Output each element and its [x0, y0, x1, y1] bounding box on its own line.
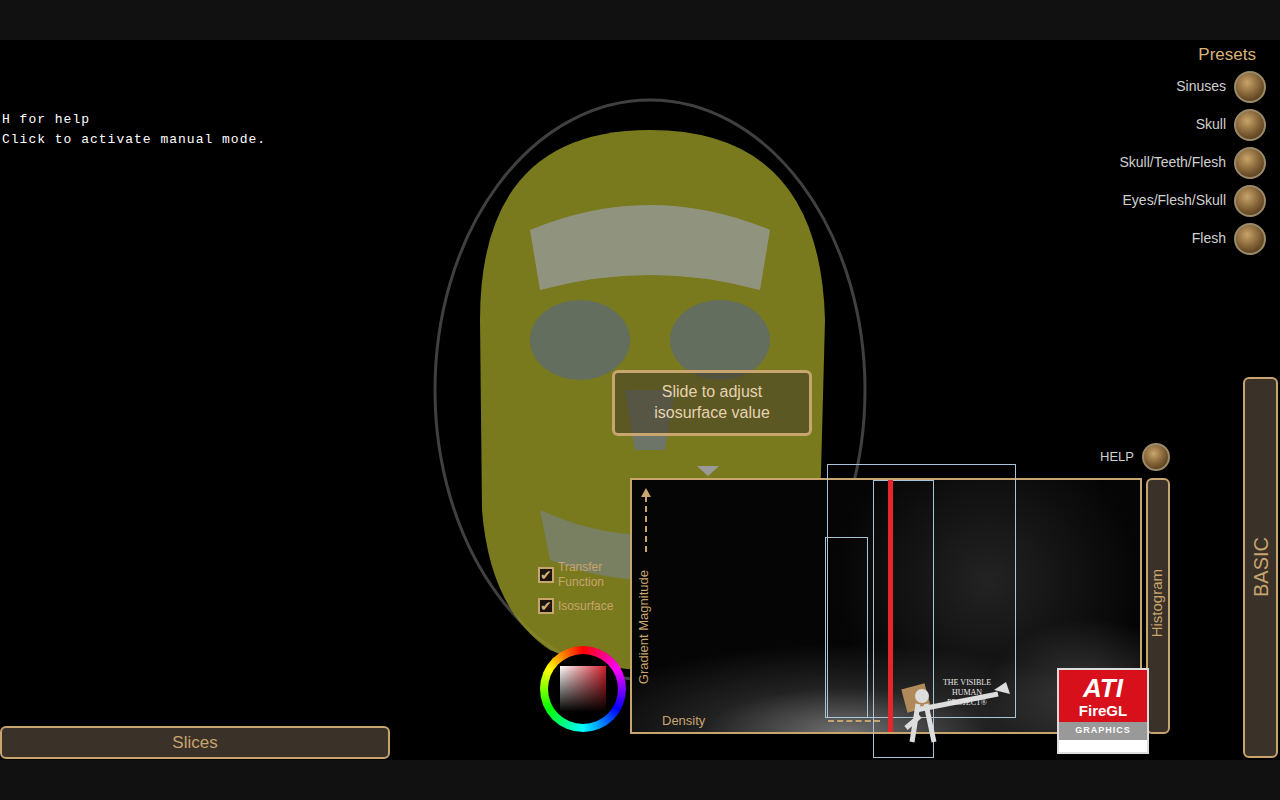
- preset-label[interactable]: Eyes/Flesh/Skull: [1123, 190, 1226, 211]
- histogram-tab-label[interactable]: Histogram: [1146, 569, 1169, 637]
- help-ball-icon[interactable]: [1142, 443, 1170, 471]
- preset-button[interactable]: [1234, 71, 1266, 103]
- ati-text: ATI: [1059, 674, 1147, 702]
- mode-tab[interactable]: BASIC: [1243, 377, 1278, 758]
- ati-logo: ATIFireGLGRAPHICS: [1057, 668, 1149, 754]
- help-label[interactable]: HELP: [1100, 447, 1134, 467]
- y-arrow-icon: [645, 496, 647, 552]
- histogram-tab[interactable]: Histogram: [1146, 478, 1170, 734]
- visible-human-logo: THE VISIBLE HUMAN PROJECT®: [898, 672, 1018, 744]
- preset-label[interactable]: Skull: [1196, 114, 1226, 135]
- help-line: H for help: [2, 110, 266, 130]
- preset-label[interactable]: Flesh: [1192, 228, 1226, 249]
- toggle-row[interactable]: ✔ Isosurface: [538, 598, 618, 614]
- preset-button[interactable]: [1234, 147, 1266, 179]
- visible-human-text: THE VISIBLE HUMAN PROJECT®: [936, 678, 998, 708]
- firegl-text: FireGL: [1059, 702, 1147, 719]
- toggle-list: ✔Transfer Function✔Isosurface: [538, 560, 618, 614]
- color-wheel[interactable]: [540, 646, 626, 732]
- toggle-checkbox[interactable]: ✔: [538, 598, 554, 614]
- preset-button[interactable]: [1234, 109, 1266, 141]
- preset-label[interactable]: Skull/Teeth/Flesh: [1119, 152, 1226, 173]
- graphics-text: GRAPHICS: [1059, 722, 1147, 740]
- toggle-checkbox[interactable]: ✔: [538, 567, 554, 583]
- preset-label[interactable]: Sinuses: [1176, 76, 1226, 97]
- help-button[interactable]: HELP: [1100, 443, 1170, 471]
- color-wheel-inner: [548, 654, 618, 724]
- preset-item[interactable]: Sinuses: [1176, 68, 1266, 106]
- top-bar: [0, 0, 1280, 40]
- render-viewport[interactable]: H for helpClick to activate manual mode.…: [0, 40, 1280, 760]
- ati-logo-red: ATIFireGL: [1059, 670, 1147, 722]
- bottom-bar: [0, 760, 1280, 800]
- slices-label[interactable]: Slices: [172, 730, 217, 756]
- toggle-row[interactable]: ✔Transfer Function: [538, 560, 618, 590]
- help-text: H for helpClick to activate manual mode.: [2, 110, 266, 150]
- toggle-label[interactable]: Transfer Function: [558, 560, 618, 590]
- mode-tab-label[interactable]: BASIC: [1246, 537, 1276, 597]
- isosurface-slider[interactable]: [888, 480, 893, 732]
- preset-item[interactable]: Skull: [1196, 106, 1266, 144]
- slices-button[interactable]: Slices: [0, 726, 390, 759]
- toggle-label[interactable]: Isosurface: [558, 599, 618, 614]
- volume-renderer: H for helpClick to activate manual mode.…: [0, 0, 1280, 800]
- color-square[interactable]: [560, 666, 606, 712]
- transfer-widget[interactable]: [873, 480, 934, 758]
- preset-button[interactable]: [1234, 223, 1266, 255]
- preset-item[interactable]: Skull/Teeth/Flesh: [1119, 144, 1266, 182]
- y-axis-label: Gradient Magnitude: [634, 570, 654, 684]
- tooltip-pointer-icon: [697, 466, 719, 476]
- help-line: Click to activate manual mode.: [2, 130, 266, 150]
- x-axis-label: Density: [662, 711, 705, 731]
- presets-panel: Presets Sinuses Skull Skull/Teeth/Flesh Eyes…: [1119, 42, 1266, 258]
- preset-item[interactable]: Eyes/Flesh/Skull: [1123, 182, 1266, 220]
- preset-item[interactable]: Flesh: [1192, 220, 1266, 258]
- preset-button[interactable]: [1234, 185, 1266, 217]
- transfer-widget[interactable]: [825, 537, 867, 718]
- tooltip: Slide to adjust isosurface value: [612, 370, 812, 436]
- presets-title: Presets: [1198, 42, 1266, 68]
